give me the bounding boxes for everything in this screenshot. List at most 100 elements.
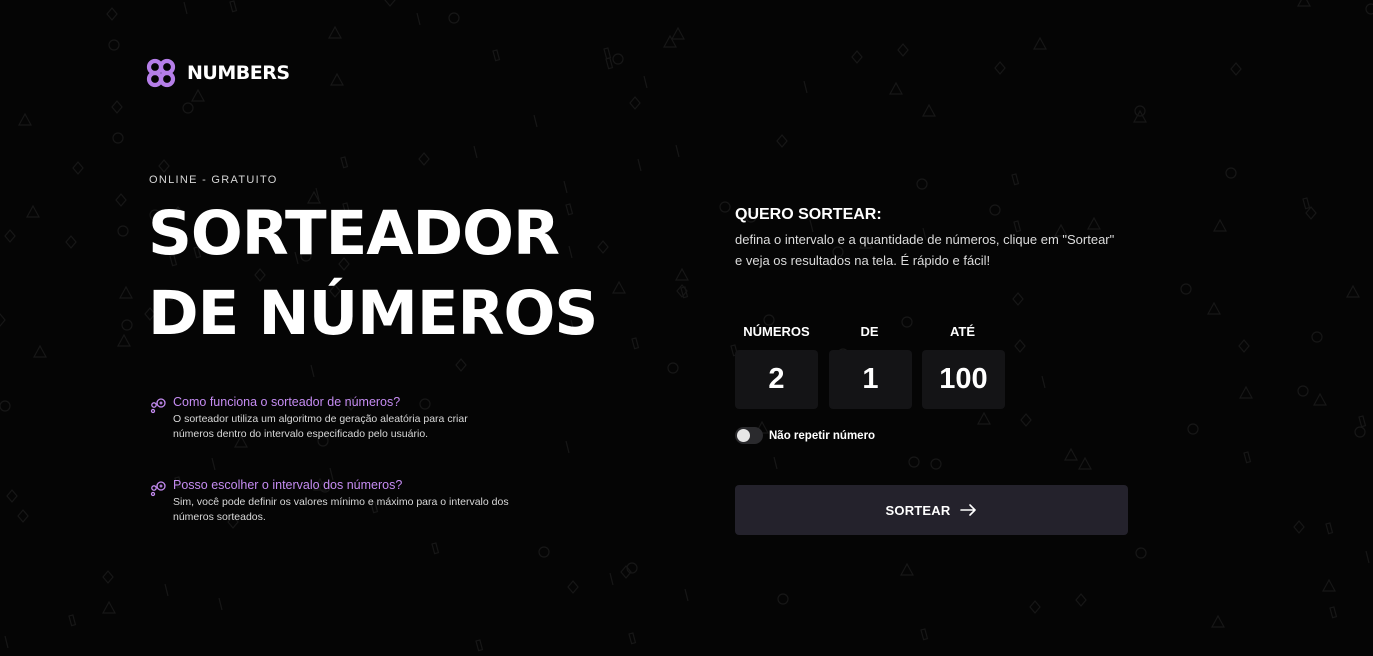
background-shape bbox=[158, 159, 170, 173]
background-shape bbox=[567, 580, 579, 594]
sortear-button[interactable]: SORTEAR bbox=[735, 485, 1128, 535]
page-title-line-1: SORTEADOR bbox=[148, 198, 560, 269]
no-repeat-toggle-row: Não repetir número bbox=[735, 427, 875, 444]
background-shape bbox=[930, 458, 942, 470]
faq-question[interactable]: Como funciona o sorteador de números? bbox=[173, 395, 509, 410]
background-shape bbox=[340, 156, 349, 169]
background-shape bbox=[1135, 547, 1147, 559]
background-shape bbox=[1365, 550, 1370, 564]
background-shape bbox=[1032, 36, 1048, 50]
faq-item: Posso escolher o intervalo dos números? … bbox=[149, 478, 509, 525]
background-shape bbox=[229, 0, 238, 13]
logo-icon bbox=[146, 58, 176, 88]
background-shape bbox=[1212, 218, 1228, 232]
background-shape bbox=[888, 81, 904, 95]
background-shape bbox=[182, 102, 194, 114]
background-shape bbox=[190, 88, 206, 102]
background-shape bbox=[920, 628, 929, 641]
background-shape bbox=[0, 400, 11, 412]
brand-logo[interactable]: NUMBERS bbox=[144, 56, 290, 90]
background-shape bbox=[1312, 392, 1328, 406]
no-repeat-toggle[interactable] bbox=[735, 427, 763, 444]
page-title: SORTEADOR DE NÚMEROS bbox=[148, 194, 598, 354]
background-shape bbox=[1345, 284, 1361, 298]
background-shape bbox=[565, 440, 570, 454]
background-shape bbox=[916, 178, 928, 190]
faq-answer: Sim, você pode definir os valores mínimo… bbox=[173, 496, 509, 523]
background-shape bbox=[1243, 451, 1252, 464]
background-shape bbox=[1238, 339, 1250, 353]
background-shape bbox=[803, 80, 808, 94]
background-shape bbox=[116, 333, 132, 347]
background-shape bbox=[68, 614, 77, 627]
background-shape bbox=[626, 562, 638, 574]
faq-icon bbox=[150, 398, 166, 414]
background-shape bbox=[0, 313, 6, 327]
background-shape bbox=[908, 456, 920, 468]
background-shape bbox=[1365, 3, 1373, 15]
background-shape bbox=[603, 47, 612, 60]
background-shape bbox=[106, 7, 118, 21]
background-shape bbox=[1012, 292, 1024, 306]
background-shape bbox=[675, 144, 680, 158]
background-shape bbox=[994, 61, 1006, 75]
to-label: ATÉ bbox=[949, 324, 976, 339]
background-shape bbox=[777, 593, 789, 605]
background-shape bbox=[121, 319, 133, 331]
background-shape bbox=[628, 632, 637, 645]
background-shape bbox=[1238, 385, 1254, 399]
background-shape bbox=[1230, 62, 1242, 76]
background-shape bbox=[329, 72, 345, 86]
background-shape bbox=[538, 546, 550, 558]
toggle-knob bbox=[737, 429, 750, 442]
background-shape bbox=[1297, 385, 1309, 397]
background-shape bbox=[1187, 423, 1199, 435]
faq-item: Como funciona o sorteador de números? O … bbox=[149, 395, 509, 442]
quantity-label: NÚMEROS bbox=[743, 324, 810, 339]
background-shape bbox=[1011, 173, 1020, 186]
faq-question[interactable]: Posso escolher o intervalo dos números? bbox=[173, 478, 509, 493]
background-shape bbox=[111, 100, 123, 114]
background-shape bbox=[1086, 216, 1102, 230]
background-shape bbox=[1014, 339, 1026, 353]
background-shape bbox=[612, 53, 624, 65]
background-shape bbox=[473, 145, 478, 159]
background-shape bbox=[667, 362, 679, 374]
background-shape bbox=[597, 240, 609, 254]
no-repeat-label[interactable]: Não repetir número bbox=[769, 430, 875, 442]
background-shape bbox=[72, 161, 84, 175]
background-shape bbox=[1325, 522, 1334, 535]
from-label: DE bbox=[860, 324, 879, 339]
background-shape bbox=[1180, 283, 1192, 295]
background-shape bbox=[327, 25, 343, 39]
background-shape bbox=[629, 96, 641, 110]
to-input[interactable]: 100 bbox=[922, 350, 1005, 409]
quantity-input[interactable]: 2 bbox=[735, 350, 818, 409]
background-shape bbox=[4, 229, 16, 243]
background-shape bbox=[719, 201, 731, 213]
background-shape bbox=[431, 542, 440, 555]
background-shape bbox=[1329, 606, 1338, 619]
background-shape bbox=[108, 39, 120, 51]
background-shape bbox=[1206, 301, 1222, 315]
panel-description: defina o intervalo e a quantidade de núm… bbox=[735, 232, 1115, 268]
background-shape bbox=[17, 509, 29, 523]
background-shape bbox=[218, 597, 223, 611]
brand-name: NUMBERS bbox=[187, 62, 290, 84]
sortear-button-label: SORTEAR bbox=[885, 502, 951, 518]
background-shape bbox=[897, 43, 909, 57]
background-shape bbox=[310, 364, 315, 378]
background-shape bbox=[416, 12, 421, 26]
from-input[interactable]: 1 bbox=[829, 350, 912, 409]
background-shape bbox=[1354, 426, 1366, 438]
faq-answer: O sorteador utiliza um algoritmo de gera… bbox=[173, 413, 468, 440]
faq-icon bbox=[150, 481, 166, 497]
background-shape bbox=[899, 562, 915, 576]
background-shape bbox=[17, 112, 33, 126]
background-shape bbox=[112, 132, 124, 144]
background-shape bbox=[533, 114, 538, 128]
background-shape bbox=[1311, 331, 1323, 343]
background-shape bbox=[1358, 415, 1367, 428]
background-shape bbox=[1075, 593, 1087, 607]
background-shape bbox=[1041, 375, 1046, 389]
